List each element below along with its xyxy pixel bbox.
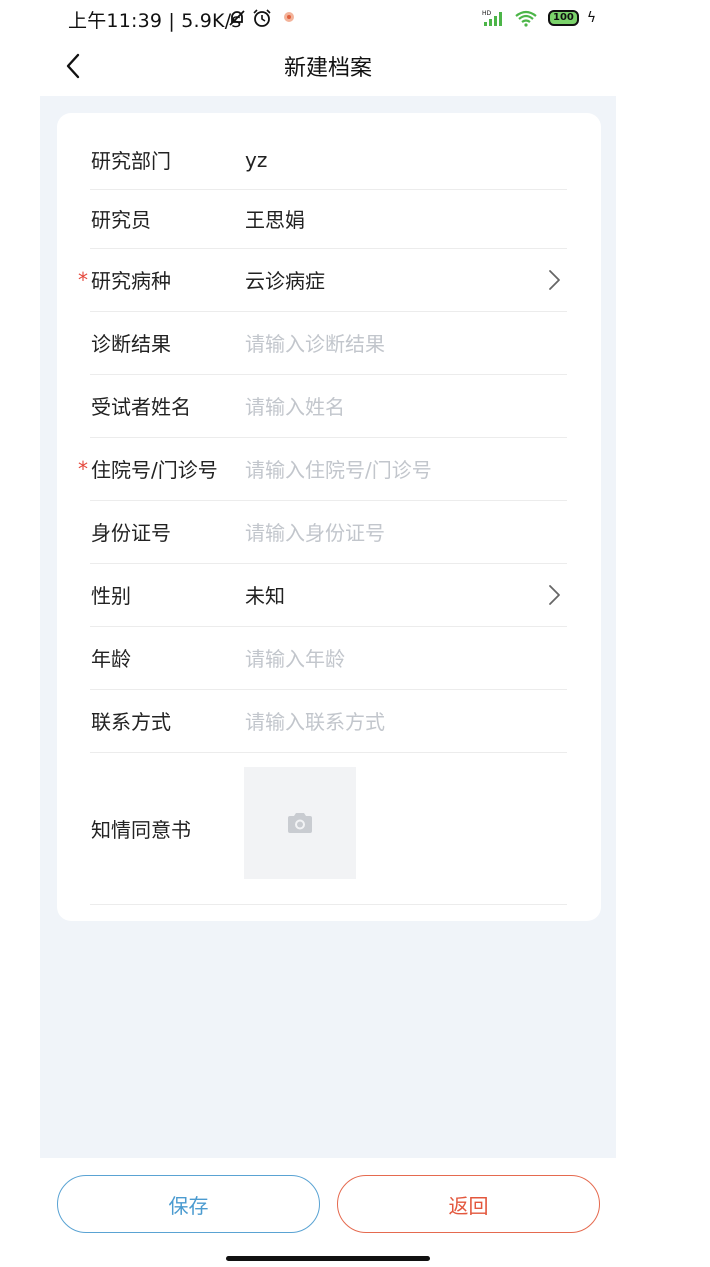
gender-value: 未知: [245, 584, 285, 608]
researcher-value: 王思娟: [245, 208, 305, 232]
page-title: 新建档案: [283, 56, 372, 81]
consent-label: 知情同意书: [91, 817, 191, 842]
form-row-contact[interactable]: 联系方式 请输入联系方式: [90, 689, 567, 753]
required-mark: *: [78, 267, 88, 292]
field-label: 研究病种: [91, 269, 171, 293]
alarm-icon: [253, 9, 271, 27]
form-row-age[interactable]: 年龄 请输入年龄: [90, 626, 567, 690]
form-row-subject-name[interactable]: 受试者姓名 请输入姓名: [90, 374, 567, 438]
field-label: 住院号/门诊号: [91, 458, 218, 482]
save-button[interactable]: 保存: [57, 1175, 320, 1233]
status-time-speed: 上午11:39 | 5.9K/s: [68, 10, 242, 32]
chevron-right-icon: [549, 584, 560, 605]
chevron-right-icon: [549, 269, 560, 290]
disease-type-value: 云诊病症: [245, 269, 325, 293]
field-label: 年龄: [91, 647, 131, 671]
return-button[interactable]: 返回: [337, 1175, 600, 1233]
field-label: 性别: [91, 584, 131, 608]
app-notification-icon: [284, 12, 294, 22]
form-row-hospital-number[interactable]: * 住院号/门诊号 请输入住院号/门诊号: [78, 437, 567, 501]
field-label: 联系方式: [91, 710, 171, 734]
home-indicator[interactable]: [226, 1256, 430, 1261]
field-label: 受试者姓名: [91, 395, 191, 419]
charging-bolt-icon: ϟ: [586, 10, 597, 26]
status-bar: 上午11:39 | 5.9K/s HD 100 ϟ: [0, 0, 710, 36]
form-row-id-number[interactable]: 身份证号 请输入身份证号: [90, 500, 567, 564]
contact-input[interactable]: 请输入联系方式: [245, 706, 385, 735]
hospital-number-input[interactable]: 请输入住院号/门诊号: [245, 454, 432, 483]
form-row-disease-type[interactable]: * 研究病种 云诊病症: [78, 248, 567, 312]
wifi-icon: [515, 10, 537, 27]
field-label: 研究部门: [91, 149, 171, 173]
form-row-diagnosis[interactable]: 诊断结果 请输入诊断结果: [90, 311, 567, 375]
diagnosis-input[interactable]: 请输入诊断结果: [245, 328, 385, 357]
field-label: 身份证号: [91, 521, 171, 545]
form-row-gender[interactable]: 性别 未知: [90, 563, 567, 627]
battery-icon: 100: [548, 10, 579, 26]
form-row-researcher: 研究员 王思娟: [90, 189, 567, 249]
svg-text:HD: HD: [482, 10, 492, 17]
research-department-value: yz: [245, 147, 268, 172]
id-number-input[interactable]: 请输入身份证号: [245, 517, 385, 546]
camera-icon: [288, 813, 312, 833]
field-label: 诊断结果: [91, 332, 171, 356]
subject-name-input[interactable]: 请输入姓名: [245, 391, 345, 420]
consent-upload-button[interactable]: [244, 767, 356, 879]
nav-bar: 新建档案: [0, 36, 710, 96]
field-label: 研究员: [91, 208, 151, 232]
age-input[interactable]: 请输入年龄: [245, 643, 345, 672]
required-mark: *: [78, 456, 88, 481]
mute-bell-icon: [229, 10, 245, 26]
status-right-icons: HD 100 ϟ: [482, 8, 596, 28]
hd-signal-icon: HD: [482, 10, 502, 26]
form-row-research-department: 研究部门 yz: [90, 130, 567, 190]
